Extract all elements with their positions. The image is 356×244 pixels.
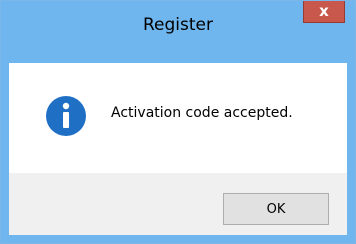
close-button[interactable]: x xyxy=(303,1,345,23)
message-text: Activation code accepted. xyxy=(111,105,293,121)
info-icon xyxy=(46,96,86,136)
title-bar[interactable]: Register x xyxy=(1,1,355,63)
dialog-title: Register xyxy=(143,15,213,35)
ok-button[interactable]: OK xyxy=(223,193,329,225)
register-dialog: Register x Activation code accepted. OK xyxy=(0,0,356,244)
close-icon: x xyxy=(319,2,329,20)
window-frame-right xyxy=(347,63,355,235)
window-frame-bottom xyxy=(1,235,355,243)
window-frame-left xyxy=(1,63,9,235)
